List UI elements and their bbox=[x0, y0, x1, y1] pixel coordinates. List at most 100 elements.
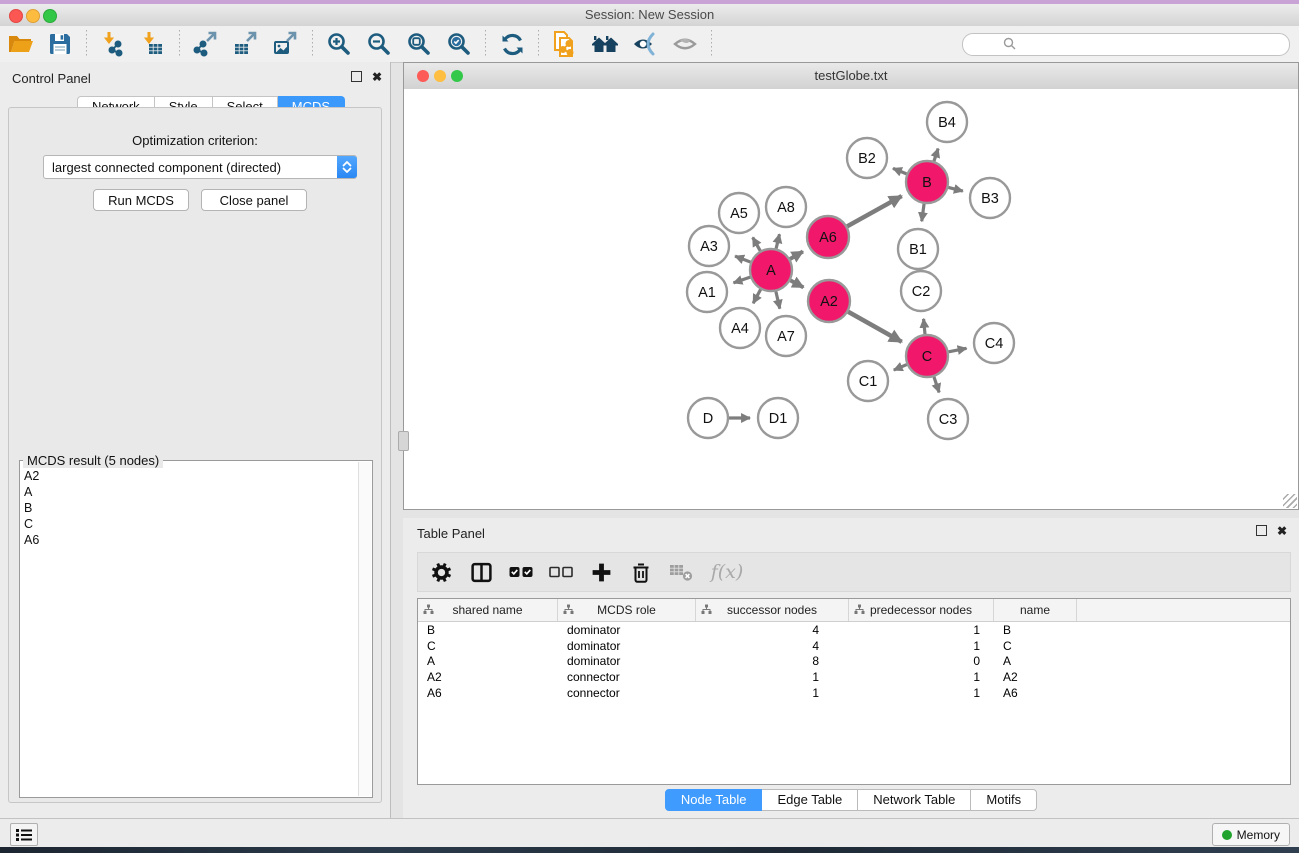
mcds-result-item[interactable]: A2 bbox=[24, 468, 356, 484]
cell-shared-name[interactable]: B bbox=[418, 623, 558, 637]
zoom-traffic-light[interactable] bbox=[43, 9, 57, 23]
cell-successor-nodes[interactable]: 8 bbox=[696, 654, 849, 668]
cell-successor-nodes[interactable]: 1 bbox=[696, 686, 849, 700]
graph-edge-B-B1[interactable] bbox=[922, 204, 924, 221]
import-network-button[interactable] bbox=[93, 28, 133, 60]
cell-MCDS-role[interactable]: dominator bbox=[558, 654, 696, 668]
graph-node-C3[interactable]: C3 bbox=[928, 399, 968, 439]
zoom-out-button[interactable] bbox=[359, 28, 399, 60]
graph-edge-C-C1[interactable] bbox=[894, 365, 907, 370]
graph-node-B1[interactable]: B1 bbox=[898, 229, 938, 269]
zoom-selected-button[interactable] bbox=[439, 28, 479, 60]
float-table-panel-icon[interactable] bbox=[1256, 525, 1267, 536]
cell-name[interactable]: B bbox=[994, 623, 1077, 637]
graph-edge-A-A6[interactable] bbox=[790, 252, 803, 259]
tab-edge-table[interactable]: Edge Table bbox=[762, 789, 858, 811]
graph-edge-C-C3[interactable] bbox=[934, 377, 939, 393]
graph-node-D[interactable]: D bbox=[688, 398, 728, 438]
network-zoom-traffic-light[interactable] bbox=[451, 70, 463, 82]
home-button[interactable] bbox=[585, 28, 625, 60]
graph-node-A7[interactable]: A7 bbox=[766, 316, 806, 356]
graph-node-A3[interactable]: A3 bbox=[689, 226, 729, 266]
import-table-button[interactable] bbox=[133, 28, 173, 60]
graph-edge-A-A2[interactable] bbox=[790, 280, 803, 287]
column-header-successor-nodes[interactable]: successor nodes bbox=[696, 599, 849, 621]
cell-predecessor-nodes[interactable]: 1 bbox=[849, 670, 994, 684]
graph-node-A5[interactable]: A5 bbox=[719, 193, 759, 233]
graph-node-B[interactable]: B bbox=[906, 161, 948, 203]
graph-edge-A-A5[interactable] bbox=[753, 237, 761, 250]
minimize-traffic-light[interactable] bbox=[26, 9, 40, 23]
cell-shared-name[interactable]: A2 bbox=[418, 670, 558, 684]
mcds-result-item[interactable]: B bbox=[24, 500, 356, 516]
graph-edge-A-A4[interactable] bbox=[753, 289, 760, 303]
graph-edge-B-B3[interactable] bbox=[948, 187, 963, 191]
graph-node-A4[interactable]: A4 bbox=[720, 308, 760, 348]
cell-name[interactable]: A bbox=[994, 654, 1077, 668]
window-resize-grip[interactable] bbox=[1283, 494, 1297, 508]
cell-MCDS-role[interactable]: connector bbox=[558, 686, 696, 700]
cell-name[interactable]: A6 bbox=[994, 686, 1077, 700]
graph-node-B4[interactable]: B4 bbox=[927, 102, 967, 142]
columns-button[interactable] bbox=[464, 555, 498, 589]
graph-node-C1[interactable]: C1 bbox=[848, 361, 888, 401]
graph-node-D1[interactable]: D1 bbox=[758, 398, 798, 438]
network-canvas[interactable]: AA1A3A5A8A4A7A6A2BB2B4B3B1CC2C4C1C3DD1 bbox=[404, 89, 1298, 509]
graph-edge-A2-C[interactable] bbox=[848, 312, 902, 342]
table-row[interactable]: Adominator80A bbox=[418, 654, 1290, 670]
graph-edge-A-A8[interactable] bbox=[776, 234, 779, 248]
table-row[interactable]: Cdominator41C bbox=[418, 638, 1290, 654]
cell-predecessor-nodes[interactable]: 1 bbox=[849, 623, 994, 637]
memory-button[interactable]: Memory bbox=[1212, 823, 1290, 846]
graph-node-B2[interactable]: B2 bbox=[847, 138, 887, 178]
cell-predecessor-nodes[interactable]: 1 bbox=[849, 686, 994, 700]
mcds-result-list[interactable]: A2ABCA6 bbox=[24, 468, 356, 793]
graph-node-A8[interactable]: A8 bbox=[766, 187, 806, 227]
cell-shared-name[interactable]: A bbox=[418, 654, 558, 668]
float-panel-icon[interactable] bbox=[351, 71, 362, 82]
table-row[interactable]: Bdominator41B bbox=[418, 622, 1290, 638]
cell-MCDS-role[interactable]: dominator bbox=[558, 623, 696, 637]
graph-node-A1[interactable]: A1 bbox=[687, 272, 727, 312]
task-history-button[interactable] bbox=[10, 823, 38, 846]
close-traffic-light[interactable] bbox=[9, 9, 23, 23]
table-row[interactable]: A6connector11A6 bbox=[418, 685, 1290, 701]
cell-name[interactable]: A2 bbox=[994, 670, 1077, 684]
graph-edge-B-B2[interactable] bbox=[893, 168, 907, 173]
cell-successor-nodes[interactable]: 4 bbox=[696, 639, 849, 653]
add-button[interactable] bbox=[584, 555, 618, 589]
close-panel-icon[interactable]: ✖ bbox=[372, 72, 382, 82]
column-header-predecessor-nodes[interactable]: predecessor nodes bbox=[849, 599, 994, 621]
column-header-MCDS-role[interactable]: MCDS role bbox=[558, 599, 696, 621]
export-table-button[interactable] bbox=[226, 28, 266, 60]
duplicate-network-button[interactable] bbox=[545, 28, 585, 60]
graph-node-C2[interactable]: C2 bbox=[901, 271, 941, 311]
tab-network-table[interactable]: Network Table bbox=[858, 789, 971, 811]
graph-node-A2[interactable]: A2 bbox=[808, 280, 850, 322]
graph-edge-C-C2[interactable] bbox=[924, 319, 925, 334]
mcds-result-item[interactable]: A6 bbox=[24, 532, 356, 548]
save-session-button[interactable] bbox=[40, 28, 80, 60]
graph-edge-A-A1[interactable] bbox=[733, 277, 750, 283]
mcds-result-item[interactable]: A bbox=[24, 484, 356, 500]
column-header-name[interactable]: name bbox=[994, 599, 1077, 621]
cell-shared-name[interactable]: C bbox=[418, 639, 558, 653]
run-mcds-button[interactable]: Run MCDS bbox=[93, 189, 189, 211]
column-header-shared-name[interactable]: shared name bbox=[418, 599, 558, 621]
tab-motifs[interactable]: Motifs bbox=[971, 789, 1037, 811]
graph-edge-A-A3[interactable] bbox=[735, 256, 750, 262]
refresh-button[interactable] bbox=[492, 28, 532, 60]
graph-edge-A-A7[interactable] bbox=[776, 291, 780, 308]
cell-shared-name[interactable]: A6 bbox=[418, 686, 558, 700]
cell-predecessor-nodes[interactable]: 1 bbox=[849, 639, 994, 653]
network-minimize-traffic-light[interactable] bbox=[434, 70, 446, 82]
cell-successor-nodes[interactable]: 1 bbox=[696, 670, 849, 684]
network-close-traffic-light[interactable] bbox=[417, 70, 429, 82]
mcds-result-item[interactable]: C bbox=[24, 516, 356, 532]
table-row[interactable]: A2connector11A2 bbox=[418, 669, 1290, 685]
gear-button[interactable] bbox=[424, 555, 458, 589]
graph-node-B3[interactable]: B3 bbox=[970, 178, 1010, 218]
graph-edge-A6-B[interactable] bbox=[847, 196, 901, 226]
graph-node-A[interactable]: A bbox=[750, 249, 792, 291]
cell-predecessor-nodes[interactable]: 0 bbox=[849, 654, 994, 668]
